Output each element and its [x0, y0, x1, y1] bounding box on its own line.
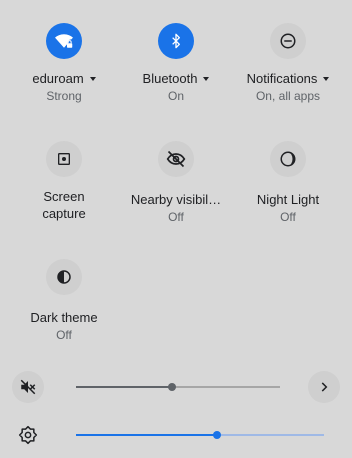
nearby-visibility-button[interactable] — [158, 141, 194, 177]
wifi-network-menu[interactable]: eduroam — [6, 70, 122, 87]
notifications-menu[interactable]: Notifications — [230, 70, 346, 87]
volume-row — [0, 369, 352, 405]
dark-theme-label: Dark theme — [30, 310, 98, 325]
screen-capture-button[interactable] — [46, 141, 82, 177]
volume-slider-thumb[interactable] — [168, 383, 176, 391]
notifications-label: Notifications — [246, 71, 318, 86]
wifi-lock-icon — [55, 32, 73, 50]
audio-settings-button[interactable] — [308, 371, 340, 403]
bluetooth-menu[interactable]: Bluetooth — [118, 70, 234, 87]
caret-down-icon — [323, 76, 330, 81]
volume-slider-fill — [76, 386, 172, 388]
brightness-button[interactable] — [12, 419, 44, 451]
night-light-label: Night Light — [256, 192, 320, 207]
dark-theme-icon — [55, 268, 73, 286]
wifi-toggle-button[interactable] — [46, 23, 82, 59]
nearby-visibility-status: Off — [168, 210, 184, 224]
night-light-icon — [279, 150, 297, 168]
bluetooth-toggle-button[interactable] — [158, 23, 194, 59]
nearby-visibility-label: Nearby visibil… — [130, 192, 222, 207]
screen-capture-label: Screen capture — [42, 189, 86, 221]
bluetooth-status: On — [167, 89, 184, 103]
night-light-status: Off — [280, 210, 296, 224]
wifi-status: Strong — [46, 89, 82, 103]
bluetooth-tile: Bluetooth On — [118, 23, 234, 104]
notifications-tile: Notifications On, all apps — [230, 23, 346, 104]
brightness-slider-fill — [76, 434, 217, 436]
screen-capture-icon — [56, 151, 72, 167]
brightness-row — [0, 417, 352, 453]
dark-theme-tile: Dark theme Off — [6, 259, 122, 343]
dark-theme-button[interactable] — [46, 259, 82, 295]
notifications-status: On, all apps — [255, 89, 321, 103]
night-light-tile: Night Light Off — [230, 141, 346, 225]
bluetooth-label: Bluetooth — [142, 71, 198, 86]
eye-off-icon — [166, 149, 186, 169]
night-light-button[interactable] — [270, 141, 306, 177]
brightness-slider-thumb[interactable] — [213, 431, 221, 439]
bluetooth-icon — [168, 33, 184, 49]
brightness-slider[interactable] — [76, 431, 324, 439]
notifications-toggle-button[interactable] — [270, 23, 306, 59]
caret-down-icon — [89, 76, 96, 81]
chevron-right-icon — [317, 380, 331, 394]
do-not-disturb-icon — [279, 32, 297, 50]
wifi-label: eduroam — [32, 71, 84, 86]
dark-theme-status: Off — [56, 328, 72, 342]
caret-down-icon — [203, 76, 210, 81]
screen-capture-tile: Screen capture — [6, 141, 122, 222]
volume-mute-button[interactable] — [12, 371, 44, 403]
volume-slider[interactable] — [76, 383, 280, 391]
volume-muted-icon — [19, 378, 37, 396]
nearby-visibility-tile: Nearby visibil… Off — [118, 141, 234, 225]
brightness-icon — [18, 425, 38, 445]
wifi-tile: eduroam Strong — [6, 23, 122, 104]
